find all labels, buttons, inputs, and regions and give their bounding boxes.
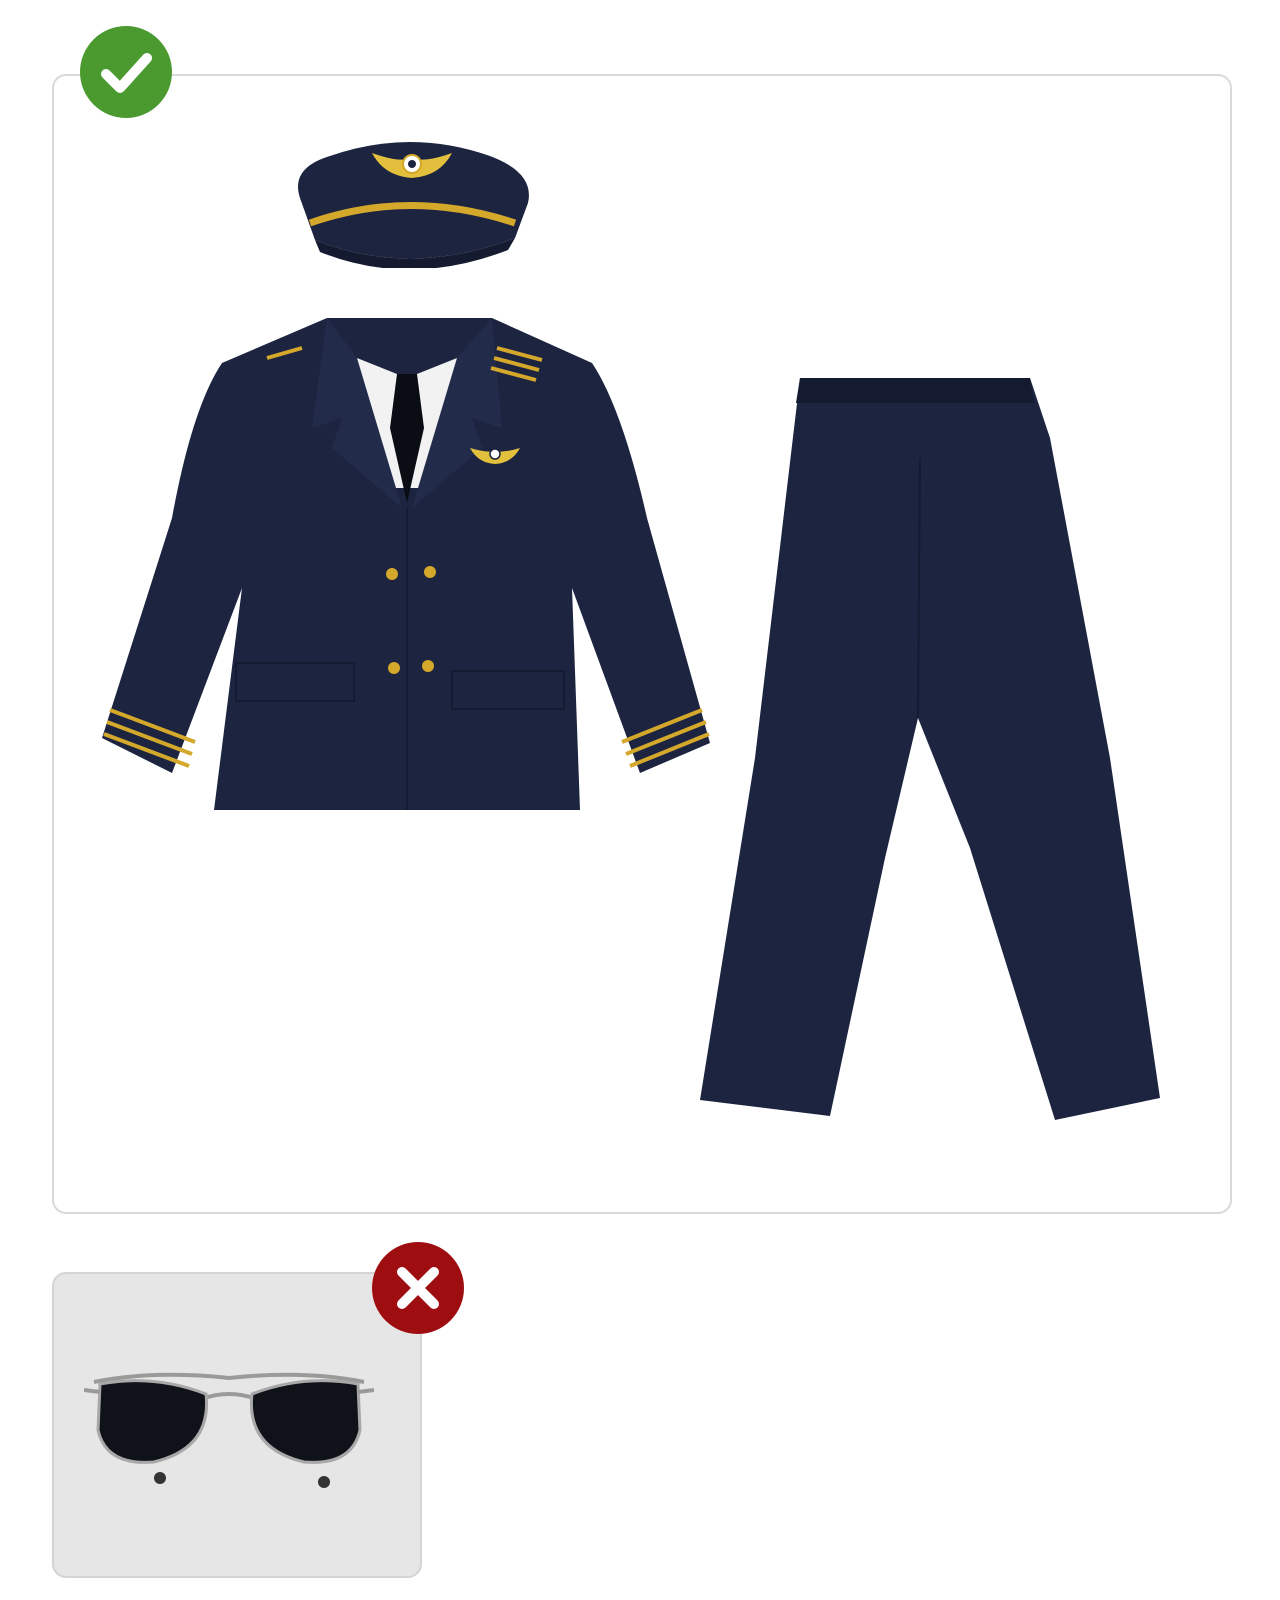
pilot-jacket-icon	[102, 318, 712, 818]
cross-icon	[372, 1242, 464, 1334]
costume-contents	[0, 0, 1280, 1600]
aviator-sunglasses-icon	[84, 1370, 374, 1500]
checkmark-icon	[80, 26, 172, 118]
pilot-pants-icon	[700, 378, 1170, 1128]
pilot-hat-icon	[280, 128, 540, 268]
